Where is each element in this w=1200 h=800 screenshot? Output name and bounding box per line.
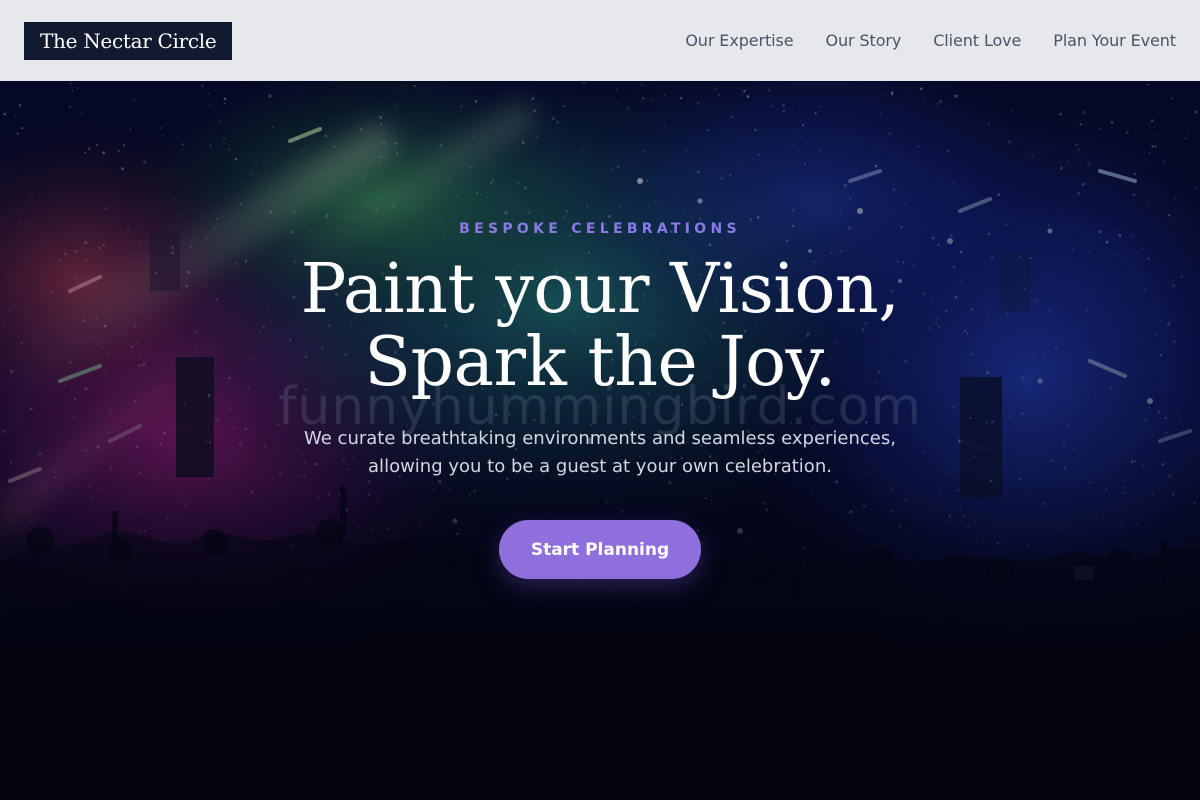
hero-headline: Paint your Vision, Spark the Joy.: [0, 253, 1200, 399]
hero-subheading: We curate breathtaking environments and …: [0, 425, 1200, 481]
hero-headline-line-2: Spark the Joy.: [364, 323, 836, 402]
start-planning-button[interactable]: Start Planning: [499, 520, 701, 579]
hero-eyebrow: BESPOKE CELEBRATIONS: [459, 221, 741, 237]
hero-content: BESPOKE CELEBRATIONS Paint your Vision, …: [0, 81, 1200, 800]
main-nav: Our Expertise Our Story Client Love Plan…: [685, 31, 1176, 50]
page: The Nectar Circle Our Expertise Our Stor…: [0, 0, 1200, 800]
nav-link-plan-your-event[interactable]: Plan Your Event: [1053, 31, 1176, 50]
hero-headline-line-1: Paint your Vision,: [300, 250, 900, 329]
hero-section: funnyhummingbird.com BESPOKE CELEBRATION…: [0, 81, 1200, 800]
site-logo[interactable]: The Nectar Circle: [24, 21, 233, 60]
nav-link-our-story[interactable]: Our Story: [825, 31, 901, 50]
site-header: The Nectar Circle Our Expertise Our Stor…: [0, 0, 1200, 81]
nav-link-client-love[interactable]: Client Love: [933, 31, 1021, 50]
nav-link-our-expertise[interactable]: Our Expertise: [685, 31, 793, 50]
hero-subheading-line-1: We curate breathtaking environments and …: [304, 428, 896, 449]
hero-subheading-line-2: allowing you to be a guest at your own c…: [368, 456, 832, 477]
